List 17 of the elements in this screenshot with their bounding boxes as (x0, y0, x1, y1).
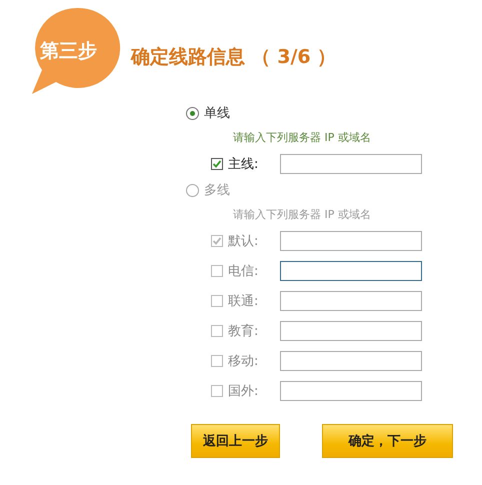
next-button[interactable]: 确定，下一步 (322, 424, 453, 458)
hint-text: 请输入下列服务器 IP 或域名 (233, 207, 371, 222)
field-label: 移动: (228, 353, 260, 370)
field-label: 国外: (228, 383, 260, 400)
input-field[interactable] (280, 154, 422, 174)
field-label: 联通: (228, 293, 260, 310)
field-label: 教育: (228, 322, 260, 340)
step-label: 第三步 (40, 39, 97, 64)
back-button[interactable]: 返回上一步 (191, 424, 280, 458)
field-label: 默认: (228, 233, 260, 250)
page-title: 确定线路信息 （ 3/6 ） (131, 45, 336, 70)
field-label: 电信: (228, 263, 260, 280)
hint-text: 请输入下列服务器 IP 或域名 (233, 130, 371, 145)
radio-option[interactable]: 单线 (186, 102, 230, 124)
checkbox[interactable] (211, 158, 223, 170)
radio-icon[interactable] (186, 106, 199, 120)
field-label: 主线: (228, 156, 260, 173)
